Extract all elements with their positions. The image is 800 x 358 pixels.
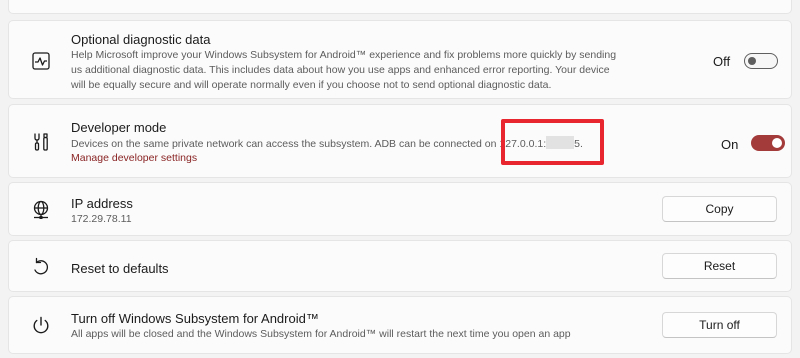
developer-mode-card: Developer mode Devices on the same priva… <box>8 104 792 178</box>
copy-button[interactable]: Copy <box>662 196 777 222</box>
diagnostic-desc-line: will be equally secure and will operate … <box>71 79 552 91</box>
developer-state-label: On <box>721 137 739 152</box>
diagnostic-desc-line: Help Microsoft improve your Windows Subs… <box>71 49 617 61</box>
globe-network-icon <box>30 199 52 221</box>
diagnostic-toggle[interactable] <box>744 53 778 69</box>
developer-desc-text: Devices on the same private network can … <box>71 138 500 150</box>
diagnostic-state-label: Off <box>713 54 731 69</box>
reset-card: Reset to defaults Reset <box>8 240 792 292</box>
turn-off-card: Turn off Windows Subsystem for Android™ … <box>8 296 792 354</box>
reset-button[interactable]: Reset <box>662 253 777 279</box>
partial-card-top <box>8 0 792 14</box>
reset-title: Reset to defaults <box>71 261 169 276</box>
turn-off-button[interactable]: Turn off <box>662 312 777 338</box>
turn-off-description: All apps will be closed and the Windows … <box>71 328 571 340</box>
tools-icon <box>30 131 52 153</box>
developer-title: Developer mode <box>71 120 167 135</box>
diagnostic-description: Help Microsoft improve your Windows Subs… <box>71 48 681 93</box>
ip-address-card: IP address 172.29.78.11 Copy <box>8 182 792 236</box>
diagnostic-desc-line: us additional diagnostic data. This incl… <box>71 64 610 76</box>
diagnostic-data-card: Optional diagnostic data Help Microsoft … <box>8 20 792 99</box>
ip-address-title: IP address <box>71 196 133 211</box>
manage-developer-settings-link[interactable]: Manage developer settings <box>71 152 197 164</box>
reset-arrow-icon <box>30 256 52 278</box>
diagnostic-title: Optional diagnostic data <box>71 32 211 47</box>
turn-off-title: Turn off Windows Subsystem for Android™ <box>71 311 319 326</box>
developer-toggle[interactable] <box>751 135 785 151</box>
toggle-knob <box>748 57 756 65</box>
power-icon <box>30 315 52 337</box>
annotation-highlight-box <box>501 119 604 165</box>
toggle-knob <box>772 138 782 148</box>
ip-address-value: 172.29.78.11 <box>71 213 132 225</box>
pulse-icon <box>30 50 52 72</box>
